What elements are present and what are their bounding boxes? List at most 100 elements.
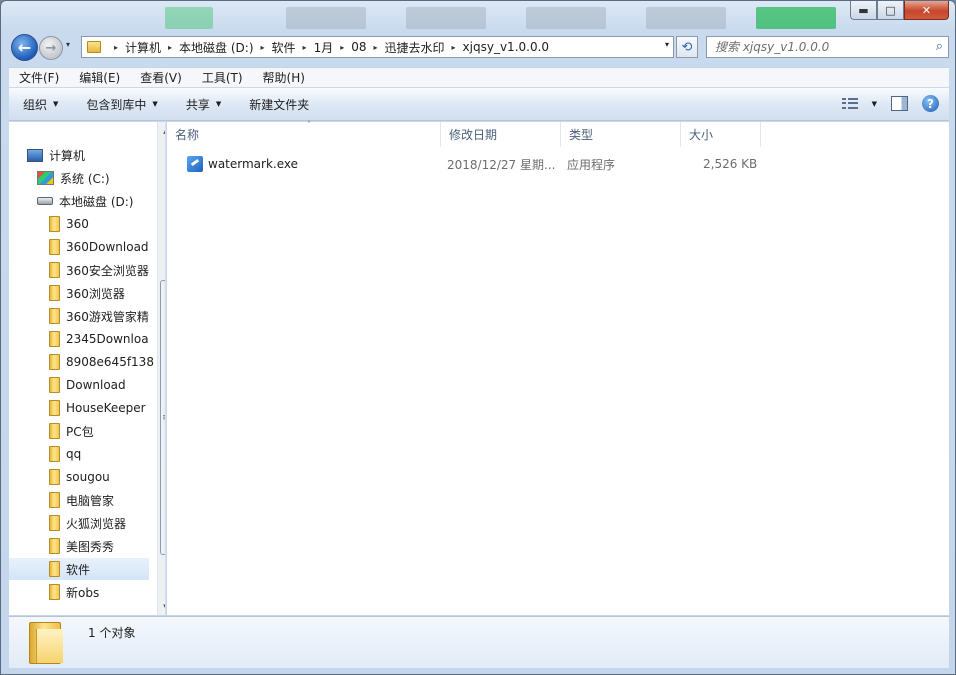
breadcrumb-separator[interactable]: ▸ [168, 43, 172, 52]
tree-item-folder[interactable]: 火狐浏览器 [49, 512, 165, 534]
column-header-size[interactable]: 大小 [681, 122, 761, 147]
tree-item-drive-c[interactable]: 系统 (C:) [37, 167, 165, 189]
breadcrumb-separator[interactable]: ▸ [374, 43, 378, 52]
forward-button[interactable]: → [39, 36, 63, 60]
tree-item-label: 2345Downloa [66, 332, 149, 346]
address-dropdown[interactable]: ▾ [665, 40, 669, 49]
tree-item-folder[interactable]: 美图秀秀 [49, 535, 165, 557]
view-dropdown[interactable]: ▼ [872, 100, 877, 108]
tree-item-label: sougou [66, 470, 110, 484]
column-header-modified[interactable]: 修改日期 [441, 122, 561, 147]
breadcrumb-item[interactable]: xjqsy_v1.0.0.0 [463, 40, 550, 54]
folder-icon [49, 515, 60, 531]
file-type: 应用程序 [567, 157, 616, 172]
address-bar[interactable]: ▸ 计算机 ▸ 本地磁盘 (D:) ▸ 软件 ▸ 1月 ▸ 08 ▸ 迅捷去水印… [81, 36, 674, 58]
folder-icon [49, 308, 60, 324]
chevron-down-icon: ▼ [152, 100, 158, 108]
tree-item-folder[interactable]: 360游戏管家精 [49, 305, 165, 327]
minimize-button[interactable]: ▬ [850, 1, 877, 20]
column-header-name[interactable]: 名称 ˄ [167, 120, 441, 147]
tree-item-folder[interactable]: 360安全浏览器 [49, 259, 165, 281]
tree-item-folder[interactable]: qq [49, 443, 165, 465]
menu-tools[interactable]: 工具(T) [192, 69, 253, 86]
breadcrumb-separator[interactable]: ▸ [340, 43, 344, 52]
menu-view[interactable]: 查看(V) [130, 69, 192, 86]
recent-pages-dropdown[interactable]: ▾ [66, 40, 70, 49]
file-name: watermark.exe [208, 157, 299, 171]
share-label: 共享 [185, 97, 210, 112]
close-button[interactable]: ✕ [904, 1, 949, 20]
breadcrumb-item[interactable]: 本地磁盘 (D:) [179, 39, 253, 56]
breadcrumb-separator[interactable]: ▸ [303, 43, 307, 52]
tree-item-drive-d[interactable]: 本地磁盘 (D:) [37, 190, 165, 212]
breadcrumb-item[interactable]: 计算机 [125, 39, 161, 56]
menu-file[interactable]: 文件(F) [9, 69, 69, 86]
breadcrumb-item[interactable]: 08 [351, 40, 366, 54]
tree-item-label: 8908e645f138 [66, 355, 154, 369]
tree-item-label: 电脑管家 [66, 493, 115, 508]
folder-icon [49, 584, 60, 600]
bg-chip [286, 7, 366, 29]
folder-icon [49, 262, 60, 278]
tree-item-label: 火狐浏览器 [66, 516, 127, 531]
tree-item-label: 360安全浏览器 [66, 263, 149, 278]
new-folder-label: 新建文件夹 [249, 97, 310, 112]
tree-item-label: 系统 (C:) [60, 171, 110, 186]
folder-icon [49, 216, 60, 232]
new-folder-button[interactable]: 新建文件夹 [235, 96, 323, 113]
file-row[interactable]: watermark.exe 2018/12/27 星期... 应用程序 2,52… [167, 153, 767, 175]
navigation-pane: 计算机 系统 (C:) 本地磁盘 (D:) 360 360Download 36… [9, 122, 166, 615]
navigation-row: ← → ▾ ▸ 计算机 ▸ 本地磁盘 (D:) ▸ 软件 ▸ 1月 ▸ 08 ▸… [9, 33, 949, 61]
maximize-button[interactable]: □ [877, 1, 904, 20]
tree-item-label: HouseKeeper [66, 401, 146, 415]
scroll-down-button[interactable]: ▼ [158, 598, 165, 615]
tree-item-folder-selected[interactable]: 软件 [9, 558, 149, 580]
breadcrumb-separator[interactable]: ▸ [261, 43, 265, 52]
tree-item-folder[interactable]: 8908e645f138 [49, 351, 165, 373]
background-page-strip [151, 1, 951, 34]
search-input[interactable] [707, 37, 917, 57]
tree-item-folder[interactable]: PC包 [49, 420, 165, 442]
tree-item-folder[interactable]: 360Download [49, 236, 165, 258]
tree-item-label: Download [66, 378, 126, 392]
include-in-library-button[interactable]: 包含到库中 ▼ [72, 96, 171, 113]
breadcrumb-item[interactable]: 1月 [314, 39, 334, 56]
change-view-icon[interactable] [841, 97, 858, 110]
column-header-type[interactable]: 类型 [561, 122, 681, 147]
menu-bar: 文件(F) 编辑(E) 查看(V) 工具(T) 帮助(H) [9, 67, 949, 87]
breadcrumb-separator[interactable]: ▸ [114, 43, 118, 52]
preview-pane-icon[interactable] [891, 96, 908, 111]
breadcrumb-item[interactable]: 软件 [272, 39, 296, 56]
breadcrumb-item[interactable]: 迅捷去水印 [385, 39, 445, 56]
breadcrumb-separator[interactable]: ▸ [452, 43, 456, 52]
menu-edit[interactable]: 编辑(E) [69, 69, 130, 86]
tree-item-folder[interactable]: 新obs [49, 581, 165, 603]
column-label: 类型 [569, 128, 594, 142]
refresh-button[interactable]: ⟲ [676, 36, 698, 58]
tree-item-folder[interactable]: 360 [49, 213, 165, 235]
search-icon[interactable]: ⌕ [936, 39, 943, 54]
bg-chip [756, 7, 836, 29]
tree-item-computer[interactable]: 计算机 [27, 144, 165, 166]
folder-icon [49, 561, 60, 577]
tree-item-folder[interactable]: 2345Downloa [49, 328, 165, 350]
menu-help[interactable]: 帮助(H) [253, 69, 315, 86]
scroll-up-button[interactable]: ▲ [158, 122, 165, 139]
caption-buttons: ▬ □ ✕ [850, 1, 949, 20]
organize-button[interactable]: 组织 ▼ [9, 96, 72, 113]
folder-icon [87, 41, 101, 53]
tree-item-folder[interactable]: 电脑管家 [49, 489, 165, 511]
folder-icon [49, 423, 60, 439]
back-button[interactable]: ← [11, 34, 38, 61]
help-icon[interactable]: ? [922, 95, 939, 112]
tree-item-folder[interactable]: HouseKeeper [49, 397, 165, 419]
tree-item-folder[interactable]: 360浏览器 [49, 282, 165, 304]
search-box: ⌕ [706, 36, 949, 58]
tree-item-folder[interactable]: sougou [49, 466, 165, 488]
hard-drive-icon [37, 197, 53, 205]
tree-item-folder[interactable]: Download [49, 374, 165, 396]
share-button[interactable]: 共享 ▼ [172, 96, 235, 113]
details-pane: 1 个对象 [9, 616, 949, 668]
scroll-thumb[interactable]: ≡ [160, 280, 165, 555]
navigation-scrollbar[interactable]: ▲ ≡ ▼ [157, 122, 165, 615]
